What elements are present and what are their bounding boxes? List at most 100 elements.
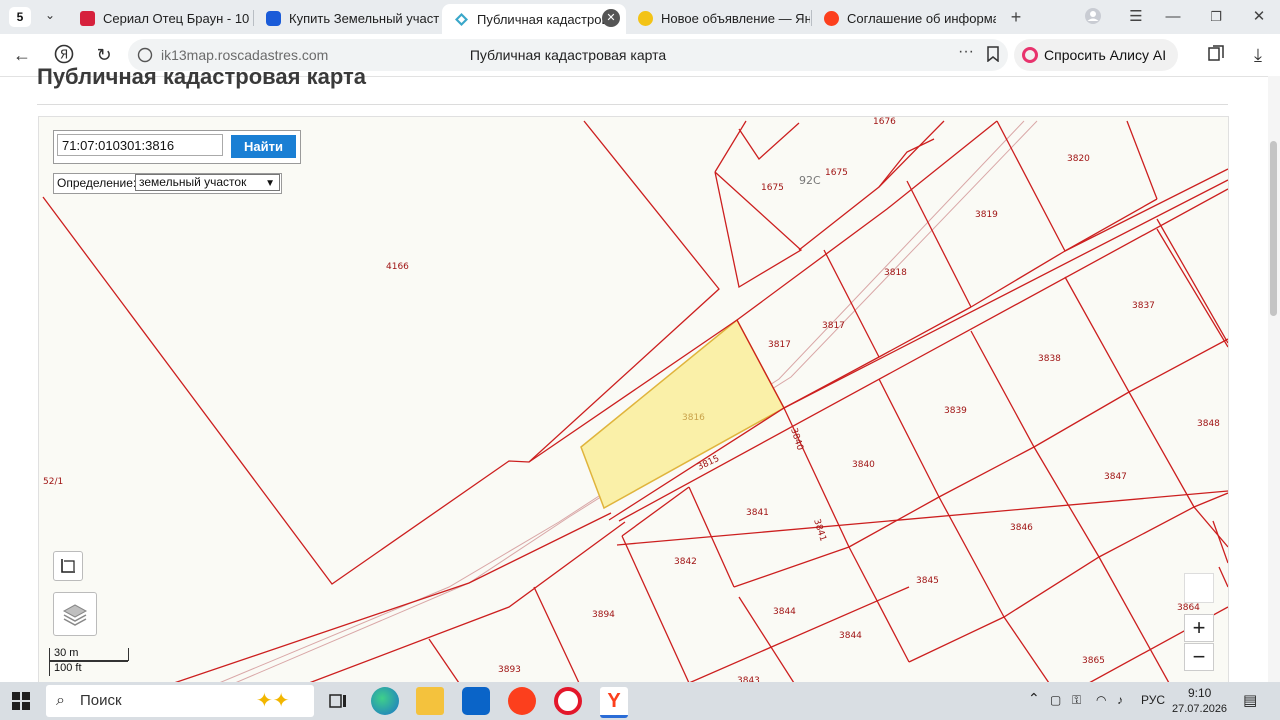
dropdown-caret-icon: ▼ (265, 178, 275, 189)
parcel-label-3865: 3865 (1082, 656, 1105, 666)
profile-avatar-icon[interactable] (1082, 7, 1104, 27)
tab-title: Сериал Отец Браун - 10 с (103, 10, 252, 26)
parcel-label-3864: 3864 (1177, 603, 1200, 613)
close-window-icon[interactable]: ✕ (1248, 7, 1270, 27)
layers-button[interactable] (53, 592, 97, 636)
parcel-label-3848: 3848 (1197, 419, 1220, 429)
map-scale-bar: 30 m 100 ft (49, 647, 129, 678)
network-icon[interactable]: ⚿ (1072, 693, 1081, 708)
reload-icon[interactable]: ↻ (92, 44, 116, 66)
parcel-label-3844a: 3844 (773, 607, 796, 617)
yandex-favicon-icon (824, 10, 839, 26)
parcel-label-1676: 1676 (873, 117, 896, 127)
yandex-home-icon[interactable]: Я (52, 44, 76, 66)
close-tab-icon[interactable]: ✕ (602, 9, 620, 27)
fullscreen-button[interactable] (53, 551, 83, 581)
tab-title: Купить Земельный участ (289, 10, 440, 26)
parcel-label-3838: 3838 (1038, 354, 1061, 364)
heading-divider (37, 104, 1228, 105)
input-language[interactable]: РУС (1141, 693, 1165, 707)
new-tab-plus-icon[interactable]: + (1005, 7, 1027, 27)
outlook-icon[interactable] (462, 687, 490, 715)
tray-overflow-icon[interactable]: ⌃ (1028, 690, 1040, 707)
parcel-label-3846: 3846 (1010, 523, 1033, 533)
map-canvas[interactable]: 4166 52/1 1675 1675 92С 1676 3820 3819 3… (39, 117, 1228, 683)
cadastral-number-input[interactable] (57, 134, 223, 156)
windows-taskbar: ⌕ Поиск ✦✦ Y ⌃ ▢ ⚿ ◠ ♪ РУС 9:10 27.07.20… (0, 682, 1280, 720)
tab-kadastr-map[interactable]: Публичная кадастрова ✕ (442, 4, 626, 34)
frame-icon (61, 559, 75, 573)
minimize-window-icon[interactable]: — (1162, 7, 1184, 27)
back-arrow-icon[interactable]: ← (10, 44, 34, 66)
tab-list-chevron-icon[interactable]: ⌄ (40, 8, 60, 26)
parcel-label-layer: 4166 52/1 1675 1675 92С 1676 3820 3819 3… (43, 117, 1220, 683)
parcel-label-3894: 3894 (592, 610, 615, 620)
svg-text:Я: Я (60, 48, 68, 62)
task-view-icon[interactable] (324, 687, 352, 715)
find-button[interactable]: Найти (231, 135, 296, 158)
downloads-icon[interactable]: ⤓ (1246, 44, 1270, 66)
tab-otec-braun[interactable]: Сериал Отец Браун - 10 с (68, 4, 252, 32)
definition-select[interactable]: земельный участок ▼ (135, 174, 280, 191)
edge-browser-icon[interactable] (371, 687, 399, 715)
scrollbar-thumb[interactable] (1270, 141, 1277, 316)
browser-tab-strip: 5 ⌄ Сериал Отец Браун - 10 с Купить Земе… (0, 0, 1280, 34)
tab-novoe-obyavlenie[interactable]: Новое объявление — Янд (626, 4, 810, 32)
parcel-label-3840b: 3840 (788, 427, 805, 452)
browser-menu-icon[interactable]: ☰ (1125, 7, 1147, 27)
definition-panel: Определение: земельный участок ▼ (53, 173, 282, 194)
file-explorer-icon[interactable] (416, 687, 444, 715)
windows-start-icon[interactable] (12, 692, 30, 715)
more-options-icon[interactable]: ··· (958, 43, 974, 61)
collections-icon[interactable] (1204, 44, 1228, 66)
clock-date[interactable]: 27.07.2026 (1172, 703, 1227, 715)
parcel-label-3815: 3815 (696, 454, 721, 473)
definition-selected-value: земельный участок (139, 175, 247, 189)
yandex-app-icon[interactable] (508, 687, 536, 715)
tab-kupit-zemelnyi[interactable]: Купить Земельный участ (254, 4, 440, 32)
layers-icon (62, 604, 88, 626)
tab-title: Публичная кадастрова (477, 11, 616, 27)
parcel-label-3817a: 3817 (822, 321, 845, 331)
parcel-label-1675b: 1675 (825, 168, 848, 178)
kadastr-favicon-icon (454, 12, 469, 27)
address-page-title: Публичная кадастровая карта (469, 47, 667, 63)
tab-counter-badge[interactable]: 5 (9, 7, 31, 27)
page-scrollbar[interactable] (1268, 76, 1280, 682)
clock-time[interactable]: 9:10 (1188, 686, 1211, 700)
ask-alice-label: Спросить Алису AI (1044, 47, 1167, 63)
volume-icon[interactable]: ♪ (1117, 693, 1123, 707)
parcel-label-3841b: 3841 (811, 518, 828, 543)
bookmark-icon[interactable] (986, 46, 1000, 67)
parcel-label-3842: 3842 (674, 557, 697, 567)
wifi-icon[interactable]: ◠ (1096, 693, 1106, 707)
parcel-label-3840a: 3840 (852, 460, 875, 470)
parcel-label-4166: 4166 (386, 262, 409, 272)
taskbar-search-box[interactable]: ⌕ Поиск ✦✦ (46, 685, 314, 717)
avito-favicon-icon (266, 10, 281, 26)
zoom-in-button[interactable]: + (1184, 614, 1214, 642)
yandex-market-favicon-icon (638, 10, 653, 26)
restore-window-icon[interactable]: ❐ (1205, 7, 1227, 27)
tab-title: Новое объявление — Янд (661, 10, 810, 26)
yandex-browser-icon[interactable]: Y (600, 687, 628, 718)
map-tool-blank-button[interactable] (1184, 573, 1214, 603)
opera-icon[interactable] (554, 687, 582, 715)
page-title: Публичная кадастровая карта (37, 64, 366, 89)
parcel-label-3844b: 3844 (839, 631, 862, 641)
search-icon: ⌕ (56, 692, 65, 709)
parcel-label-92c: 92С (799, 174, 821, 187)
ask-alice-button[interactable]: Спросить Алису AI (1014, 39, 1178, 71)
zoom-out-button[interactable]: − (1184, 643, 1214, 671)
parcel-label-3819: 3819 (975, 210, 998, 220)
rutube-favicon-icon (80, 10, 95, 26)
notifications-icon[interactable]: ▤ (1243, 691, 1257, 709)
cadastral-map[interactable]: 4166 52/1 1675 1675 92С 1676 3820 3819 3… (38, 116, 1229, 684)
alice-icon (1022, 47, 1038, 63)
parcel-label-3847: 3847 (1104, 472, 1127, 482)
meet-now-icon[interactable]: ▢ (1050, 693, 1061, 707)
tab-soglashenie[interactable]: Соглашение об информа (812, 4, 996, 32)
copilot-sparkle-icon: ✦✦ (256, 690, 290, 712)
parcel-label-3816: 3816 (682, 413, 705, 423)
parcel-label-52-1: 52/1 (43, 477, 63, 487)
